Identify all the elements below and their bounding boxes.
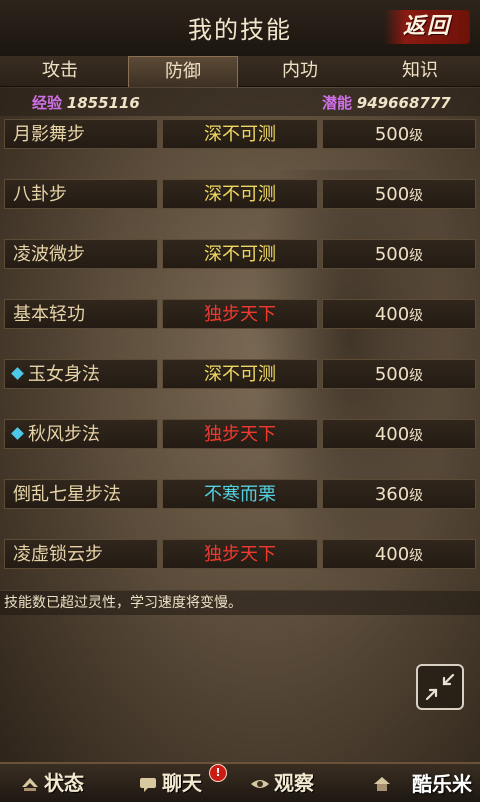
skill-name: 凌波微步 [4, 239, 158, 269]
skill-name: 倒乱七星步法 [4, 479, 158, 509]
skill-name: 凌虚锁云步 [4, 539, 158, 569]
collapse-button[interactable] [416, 664, 464, 710]
skill-row[interactable]: 八卦步 深不可测 500级 [0, 179, 480, 209]
skill-level: 400级 [322, 419, 476, 449]
skill-rank: 独步天下 [162, 299, 318, 329]
watermark-logo: 酷乐米 [412, 772, 472, 796]
skill-name: 八卦步 [4, 179, 158, 209]
skill-row[interactable]: 凌虚锁云步 独步天下 400级 [0, 539, 480, 569]
skill-row[interactable]: 秋风步法 独步天下 400级 [0, 419, 480, 449]
tab-attack[interactable]: 攻击 [0, 56, 120, 86]
experience-value: 1855116 [66, 94, 140, 112]
skill-name: 月影舞步 [4, 119, 158, 149]
nav-status[interactable]: 状态 [20, 768, 84, 798]
house-icon [374, 777, 390, 791]
skill-category-tabs: 攻击 防御 内功 知识 [0, 56, 480, 87]
tab-knowledge[interactable]: 知识 [360, 56, 480, 86]
skill-row[interactable]: 倒乱七星步法 不寒而栗 360级 [0, 479, 480, 509]
nav-chat[interactable]: 聊天 [138, 768, 202, 798]
marked-diamond-icon [11, 367, 24, 380]
skill-name: 玉女身法 [4, 359, 158, 389]
skill-rank: 独步天下 [162, 539, 318, 569]
potential-label: 潜能 [322, 94, 353, 112]
stats-bar: 经验 1855116 潜能 949668777 [0, 88, 480, 116]
nav-observe[interactable]: 观察 [250, 768, 314, 798]
experience-stat: 经验 1855116 [32, 92, 140, 113]
marked-diamond-icon [11, 427, 24, 440]
skill-row[interactable]: 基本轻功 独步天下 400级 [0, 299, 480, 329]
skill-rank: 深不可测 [162, 239, 318, 269]
back-button[interactable]: 返回 [384, 10, 470, 44]
nav-house[interactable] [372, 768, 396, 798]
observe-icon [251, 780, 269, 788]
skill-row[interactable]: 月影舞步 深不可测 500级 [0, 119, 480, 149]
skill-level: 500级 [322, 119, 476, 149]
skill-name: 基本轻功 [4, 299, 158, 329]
system-notice: 技能数已超过灵性，学习速度将变慢。 [0, 590, 480, 615]
skill-name: 秋风步法 [4, 419, 158, 449]
collapse-arrows-icon [425, 673, 455, 701]
tab-defense[interactable]: 防御 [128, 56, 238, 87]
tab-inner-power[interactable]: 内功 [240, 56, 360, 86]
header-bar: 我的技能 返回 [0, 0, 480, 57]
skill-level: 360级 [322, 479, 476, 509]
potential-stat: 潜能 949668777 [322, 92, 451, 113]
skill-level: 400级 [322, 539, 476, 569]
skill-rank: 深不可测 [162, 359, 318, 389]
experience-label: 经验 [32, 94, 63, 112]
skill-level: 400级 [322, 299, 476, 329]
skill-level: 500级 [322, 239, 476, 269]
skill-rank: 深不可测 [162, 119, 318, 149]
chat-icon [140, 778, 156, 792]
skill-rank: 深不可测 [162, 179, 318, 209]
chat-notification-badge: ! [209, 764, 227, 782]
skill-rank: 独步天下 [162, 419, 318, 449]
status-icon [22, 778, 38, 791]
skill-level: 500级 [322, 179, 476, 209]
bottom-nav: 状态 聊天 观察 [0, 762, 480, 802]
skill-row[interactable]: 凌波微步 深不可测 500级 [0, 239, 480, 269]
potential-value: 949668777 [356, 94, 451, 112]
skill-level: 500级 [322, 359, 476, 389]
skill-rank: 不寒而栗 [162, 479, 318, 509]
skill-row[interactable]: 玉女身法 深不可测 500级 [0, 359, 480, 389]
